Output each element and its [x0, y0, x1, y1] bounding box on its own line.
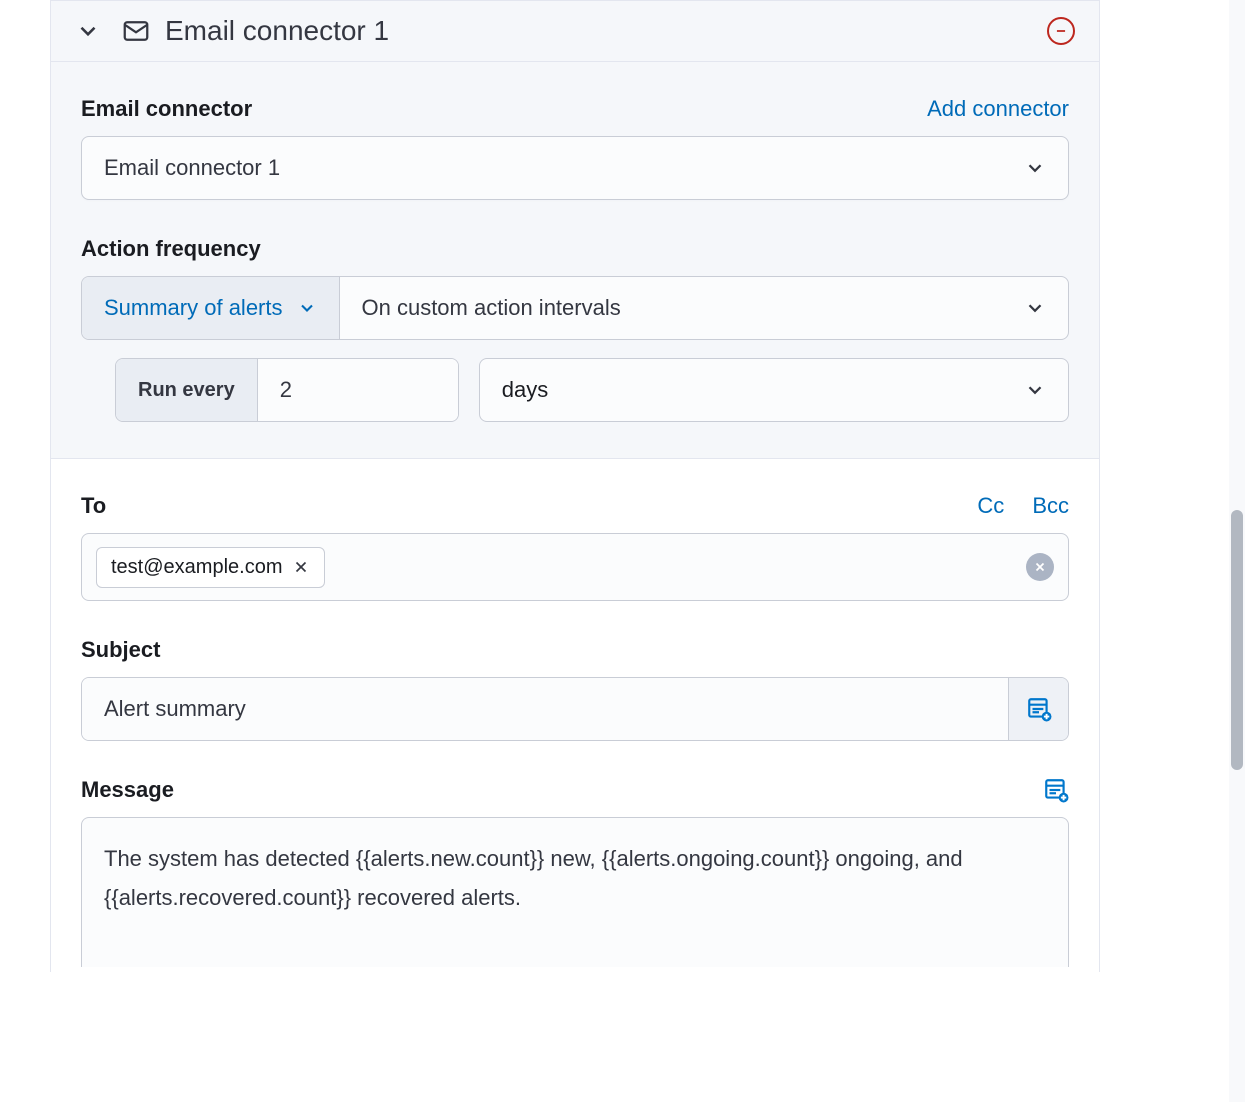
- insert-variable-message-button[interactable]: [1043, 777, 1069, 803]
- run-every-label: Run every: [116, 359, 258, 421]
- remove-connector-button[interactable]: [1047, 17, 1075, 45]
- chevron-down-icon: [1024, 379, 1046, 401]
- insert-variable-button[interactable]: [1008, 678, 1068, 740]
- run-every-input[interactable]: [258, 359, 458, 421]
- message-textarea[interactable]: [81, 817, 1069, 967]
- add-connector-link[interactable]: Add connector: [927, 96, 1069, 122]
- cc-link[interactable]: Cc: [977, 493, 1004, 519]
- panel-title: Email connector 1: [165, 15, 1039, 47]
- recipient-email: test@example.com: [111, 556, 282, 579]
- connector-panel: Email connector 1 Email connector Add co…: [50, 0, 1100, 972]
- frequency-row: Summary of alerts On custom action inter…: [81, 276, 1069, 340]
- connector-config-section: Email connector Add connector Email conn…: [51, 62, 1099, 459]
- chevron-down-icon: [1024, 297, 1046, 319]
- frequency-mode-value: Summary of alerts: [104, 295, 283, 321]
- connector-select[interactable]: Email connector 1: [81, 136, 1069, 200]
- subject-row: [81, 677, 1069, 741]
- variable-icon: [1026, 696, 1052, 722]
- variable-icon: [1043, 777, 1069, 803]
- remove-recipient-button[interactable]: [292, 558, 310, 576]
- frequency-label: Action frequency: [81, 236, 261, 262]
- chevron-down-icon: [297, 298, 317, 318]
- run-every-group: Run every: [115, 358, 459, 422]
- run-every-row: Run every days: [115, 358, 1069, 422]
- recipient-pill: test@example.com: [96, 547, 325, 588]
- run-every-unit-select[interactable]: days: [479, 358, 1069, 422]
- collapse-toggle[interactable]: [75, 18, 101, 44]
- panel-header: Email connector 1: [51, 0, 1099, 62]
- email-icon: [121, 16, 151, 46]
- connector-select-value: Email connector 1: [104, 155, 280, 181]
- to-input[interactable]: test@example.com: [81, 533, 1069, 601]
- email-fields-section: To Cc Bcc test@example.com Subjec: [51, 459, 1099, 972]
- to-label: To: [81, 493, 106, 519]
- frequency-mode-select[interactable]: Summary of alerts: [82, 277, 340, 339]
- scrollbar-track[interactable]: [1229, 0, 1245, 1102]
- frequency-interval-select[interactable]: On custom action intervals: [340, 277, 1069, 339]
- frequency-interval-value: On custom action intervals: [362, 295, 621, 321]
- bcc-link[interactable]: Bcc: [1032, 493, 1069, 519]
- message-label: Message: [81, 777, 174, 803]
- connector-label: Email connector: [81, 96, 252, 122]
- scrollbar-thumb[interactable]: [1231, 510, 1243, 770]
- subject-input[interactable]: [82, 678, 1008, 740]
- run-every-unit-value: days: [502, 377, 548, 403]
- chevron-down-icon: [1024, 157, 1046, 179]
- clear-recipients-button[interactable]: [1026, 553, 1054, 581]
- subject-label: Subject: [81, 637, 160, 663]
